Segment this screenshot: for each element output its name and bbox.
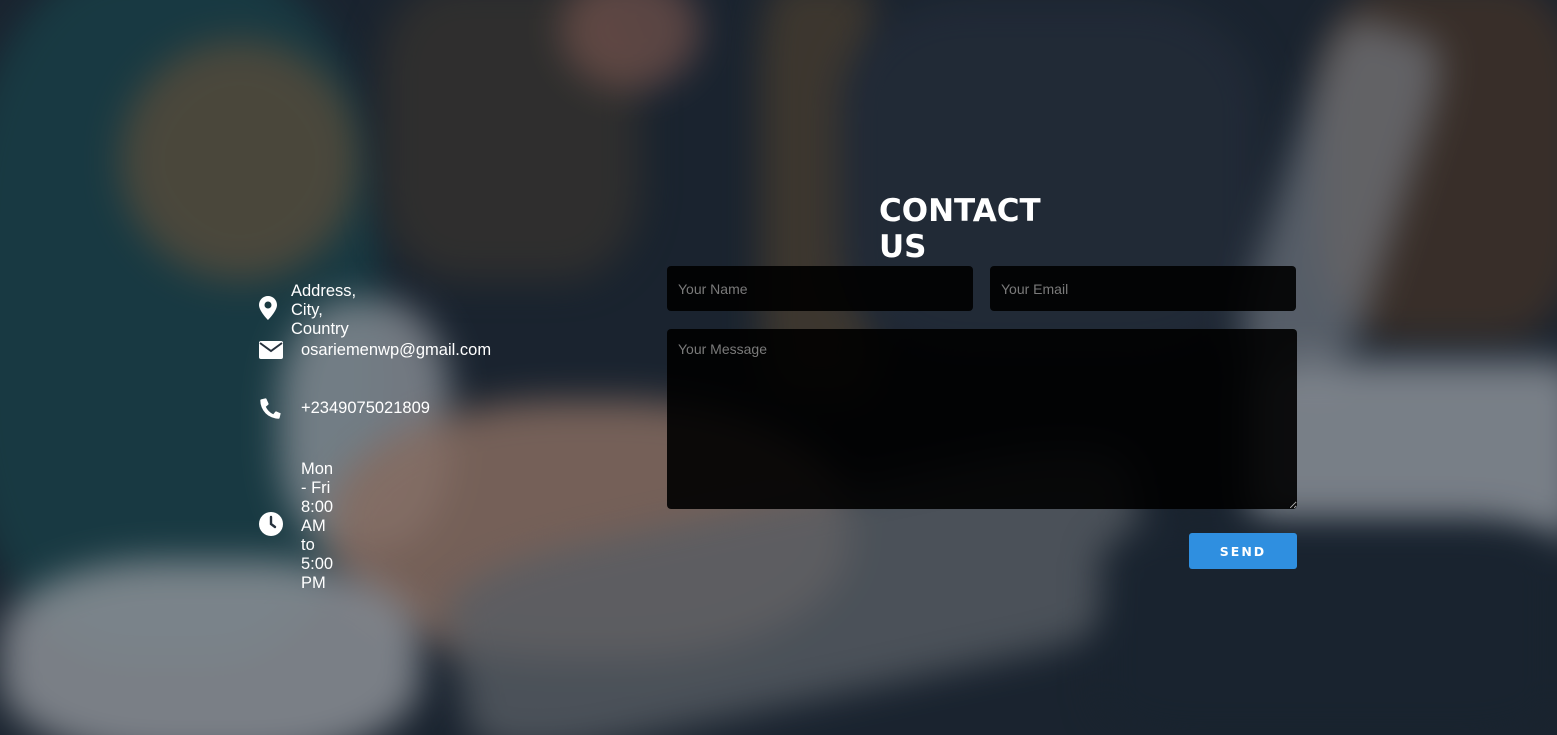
message-textarea[interactable] (667, 329, 1297, 509)
clock-icon (259, 511, 283, 536)
contact-phone: +2349075021809 (259, 396, 430, 420)
contact-address: Address, City, Country (259, 276, 362, 339)
email-input[interactable] (990, 266, 1296, 311)
contact-email-text: osariemenwp@gmail.com (301, 340, 492, 359)
send-button[interactable]: SEND (1189, 533, 1297, 569)
contact-hours: Mon - Fri 8:00 AM to 5:00 PM (259, 454, 333, 593)
contact-email: osariemenwp@gmail.com (259, 338, 491, 362)
contact-address-text: Address, City, Country (291, 282, 357, 338)
phone-icon (259, 396, 283, 420)
page-title: CONTACT US (879, 193, 1041, 265)
envelope-icon (259, 338, 283, 362)
map-marker-icon (259, 295, 277, 320)
contact-hours-text: Mon - Fri 8:00 AM to 5:00 PM (301, 460, 334, 592)
contact-phone-text: +2349075021809 (301, 398, 430, 417)
name-input[interactable] (667, 266, 973, 311)
